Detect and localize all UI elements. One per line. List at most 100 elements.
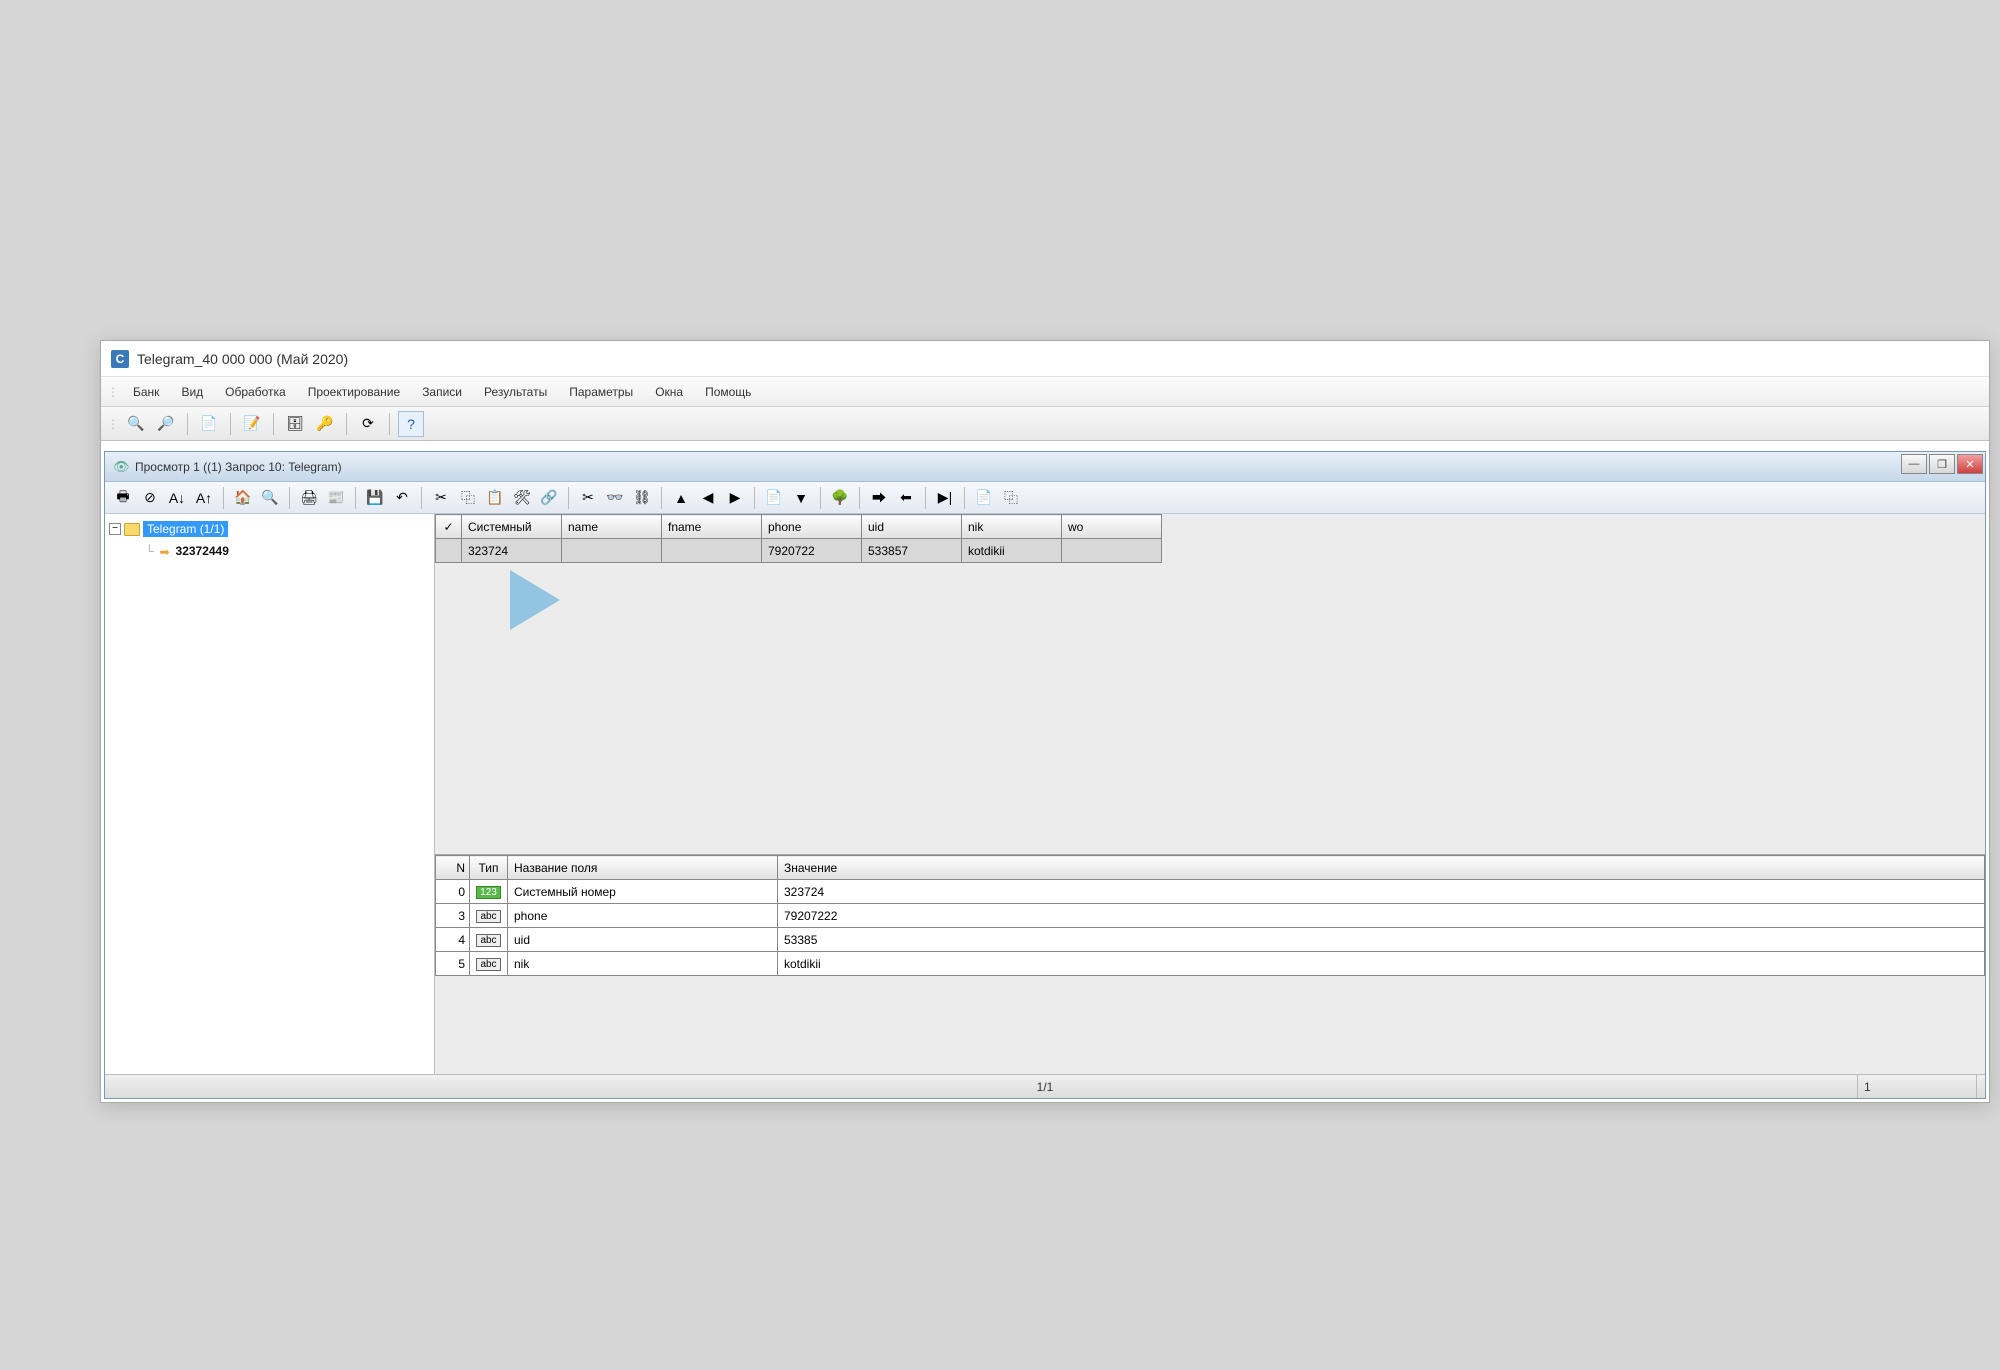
cell-type: abc — [470, 928, 508, 952]
print-preview-icon[interactable]: 📰 — [324, 486, 348, 510]
cell-nik[interactable]: kotdikii — [962, 539, 1062, 563]
sub-content: − Telegram (1/1) └ ➡ 32372449 ✓ — [105, 514, 1985, 1074]
cell-system[interactable]: 323724 — [462, 539, 562, 563]
link-icon[interactable]: 🔗 — [537, 486, 561, 510]
status-record-count: 1/1 — [1037, 1080, 1054, 1094]
sort-desc-icon[interactable]: A↑ — [192, 486, 216, 510]
cell-wo[interactable] — [1062, 539, 1162, 563]
tree-panel: − Telegram (1/1) └ ➡ 32372449 — [105, 514, 435, 1074]
col-type[interactable]: Тип — [470, 856, 508, 880]
col-name[interactable]: name — [562, 515, 662, 539]
menu-parameters[interactable]: Параметры — [559, 381, 643, 403]
check-column-header[interactable]: ✓ — [436, 515, 462, 539]
toolbar-separator — [389, 413, 390, 435]
cut-icon[interactable]: ✂ — [429, 486, 453, 510]
col-value[interactable]: Значение — [778, 856, 1985, 880]
toolbar-separator — [223, 487, 224, 509]
prev-icon[interactable]: ◀ — [696, 486, 720, 510]
next-icon[interactable]: ▶ — [723, 486, 747, 510]
new-doc-icon[interactable]: 📄 — [196, 411, 222, 437]
help-icon[interactable]: ? — [398, 411, 424, 437]
col-n[interactable]: N — [436, 856, 470, 880]
refresh-icon[interactable]: ⟳ — [355, 411, 381, 437]
col-fname[interactable]: fname — [662, 515, 762, 539]
doc-icon[interactable]: 📄 — [972, 486, 996, 510]
close-button[interactable]: ✕ — [1957, 454, 1983, 474]
tree-child[interactable]: └ ➡ 32372449 — [145, 540, 430, 562]
tree-icon[interactable]: 🌳 — [828, 486, 852, 510]
cell-name[interactable] — [562, 539, 662, 563]
chain-icon[interactable]: ⛓ — [630, 486, 654, 510]
menubar: ⋮ Банк Вид Обработка Проектирование Запи… — [101, 377, 1989, 407]
minimize-button[interactable]: — — [1901, 454, 1927, 474]
detail-grid: N Тип Название поля Значение 0 123 Систе… — [435, 854, 1985, 1074]
col-wo[interactable]: wo — [1062, 515, 1162, 539]
col-fieldname[interactable]: Название поля — [508, 856, 778, 880]
sort-asc-icon[interactable]: A↓ — [165, 486, 189, 510]
detail-row[interactable]: 0 123 Системный номер 323724 — [436, 880, 1985, 904]
maximize-button[interactable]: ❐ — [1929, 454, 1955, 474]
toolbar-separator — [964, 487, 965, 509]
menu-results[interactable]: Результаты — [474, 381, 557, 403]
binoculars-icon[interactable]: 🔍 — [123, 411, 149, 437]
toolbar-separator — [925, 487, 926, 509]
window-title: Telegram_40 000 000 (Май 2020) — [137, 351, 348, 367]
find-icon[interactable]: 🔍 — [258, 486, 282, 510]
tree-root[interactable]: − Telegram (1/1) — [109, 518, 430, 540]
table-header-row: ✓ Системный name fname phone uid nik wo — [436, 515, 1162, 539]
glasses-icon[interactable]: 👓 — [603, 486, 627, 510]
cell-uid[interactable]: 533857 — [862, 539, 962, 563]
tree-collapse-icon[interactable]: − — [109, 523, 121, 535]
import-icon[interactable]: ⬅ — [894, 486, 918, 510]
form-icon[interactable]: 📄 — [762, 486, 786, 510]
col-uid[interactable]: uid — [862, 515, 962, 539]
cell-fieldname: uid — [508, 928, 778, 952]
cell-phone[interactable]: 7920722 — [762, 539, 862, 563]
copy-icon[interactable]: ⿻ — [456, 486, 480, 510]
filter-icon[interactable]: ▼ — [789, 486, 813, 510]
col-system[interactable]: Системный — [462, 515, 562, 539]
menu-help[interactable]: Помощь — [695, 381, 761, 403]
paste-icon[interactable]: 📋 — [483, 486, 507, 510]
detail-row[interactable]: 5 abc nik kotdikii — [436, 952, 1985, 976]
detail-row[interactable]: 4 abc uid 53385 — [436, 928, 1985, 952]
cell-value: kotdikii — [778, 952, 1985, 976]
cell-fname[interactable] — [662, 539, 762, 563]
col-nik[interactable]: nik — [962, 515, 1062, 539]
undo-icon[interactable]: ↶ — [390, 486, 414, 510]
scissors-icon[interactable]: ✂ — [576, 486, 600, 510]
menu-records[interactable]: Записи — [412, 381, 472, 403]
data-table[interactable]: ✓ Системный name fname phone uid nik wo … — [435, 514, 1162, 563]
detail-table[interactable]: N Тип Название поля Значение 0 123 Систе… — [435, 855, 1985, 976]
menu-processing[interactable]: Обработка — [215, 381, 296, 403]
menu-bank[interactable]: Банк — [123, 381, 169, 403]
menu-design[interactable]: Проектирование — [298, 381, 411, 403]
cancel-icon[interactable]: ⊘ — [138, 486, 162, 510]
save-icon[interactable]: 💾 — [363, 486, 387, 510]
main-toolbar: ⋮ 🔍 🔎 📄 📝 🗄 🔑 ⟳ ? — [101, 407, 1989, 441]
cell-n: 3 — [436, 904, 470, 928]
home-icon[interactable]: 🏠 — [231, 486, 255, 510]
toolbar-separator — [754, 487, 755, 509]
row-selector[interactable] — [436, 539, 462, 563]
table-row[interactable]: 323724 7920722 533857 kotdikii — [436, 539, 1162, 563]
edit-icon[interactable]: 📝 — [239, 411, 265, 437]
col-phone[interactable]: phone — [762, 515, 862, 539]
up-icon[interactable]: ▲ — [669, 486, 693, 510]
key-icon[interactable]: 🔑 — [312, 411, 338, 437]
menu-view[interactable]: Вид — [171, 381, 213, 403]
menu-windows[interactable]: Окна — [645, 381, 693, 403]
cell-value: 79207222 — [778, 904, 1985, 928]
export-icon[interactable]: ⮕ — [867, 486, 891, 510]
copy2-icon[interactable]: ⿻ — [999, 486, 1023, 510]
play-icon[interactable]: ▶| — [933, 486, 957, 510]
print2-icon[interactable]: 🖨 — [297, 486, 321, 510]
cell-type: abc — [470, 904, 508, 928]
toolbar-separator — [273, 413, 274, 435]
toolbar-separator — [230, 413, 231, 435]
tool-icon[interactable]: 🛠 — [510, 486, 534, 510]
binoculars-next-icon[interactable]: 🔎 — [153, 411, 179, 437]
db-icon[interactable]: 🗄 — [282, 411, 308, 437]
detail-row[interactable]: 3 abc phone 79207222 — [436, 904, 1985, 928]
print-icon[interactable]: 🖶 — [111, 486, 135, 510]
